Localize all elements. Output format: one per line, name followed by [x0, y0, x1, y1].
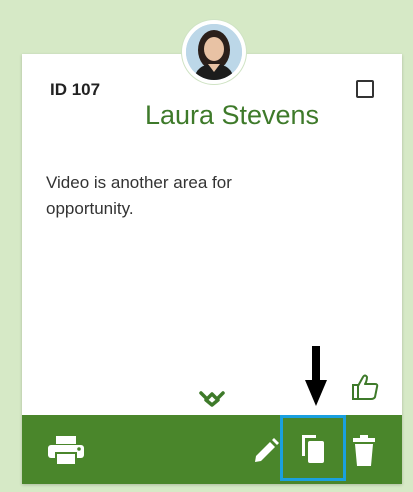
trash-icon	[353, 435, 375, 466]
print-icon	[48, 436, 84, 466]
chevron-down-icon[interactable]	[199, 390, 225, 413]
copy-button[interactable]	[280, 415, 346, 481]
card-text: Video is another area for opportunity.	[46, 173, 232, 218]
card-id: ID 107	[50, 80, 101, 99]
select-checkbox[interactable]	[356, 80, 374, 98]
delete-button[interactable]	[350, 433, 378, 469]
thumbs-up-icon[interactable]	[350, 372, 380, 407]
down-arrow-annotation	[305, 346, 327, 413]
avatar	[182, 20, 246, 84]
edit-button[interactable]	[250, 435, 282, 467]
card-toolbar	[22, 415, 402, 484]
idea-card: ID 107 Laura Stevens Video is another ar…	[22, 54, 402, 484]
author-name: Laura Stevens	[144, 100, 320, 130]
pencil-icon	[255, 438, 279, 462]
copy-icon	[302, 435, 324, 463]
avatar-photo	[186, 24, 242, 80]
print-button[interactable]	[46, 435, 86, 467]
